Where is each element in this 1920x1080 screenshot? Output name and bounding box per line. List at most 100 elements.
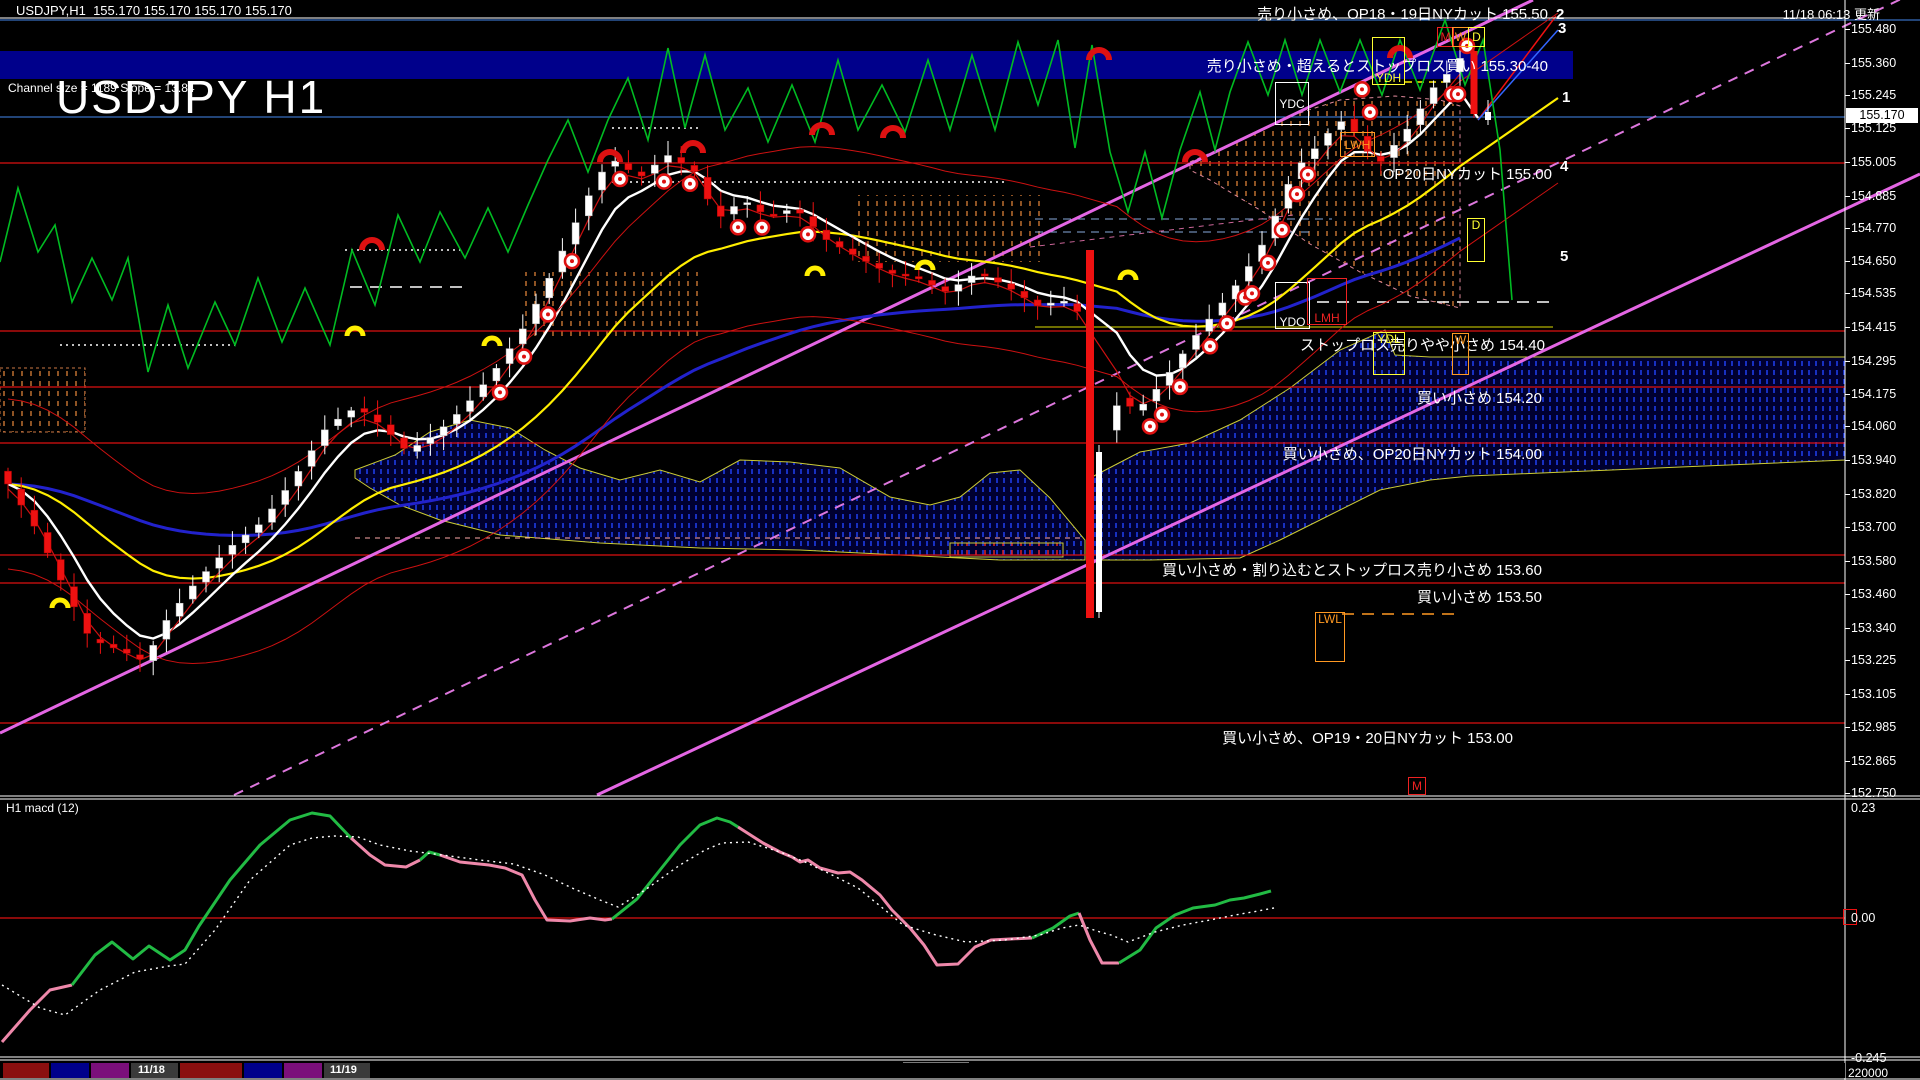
axis-tick (1845, 460, 1850, 461)
macd-main-line (738, 827, 1032, 965)
ring-signal-dot (1250, 291, 1254, 295)
ring-signal-dot (1280, 228, 1284, 232)
event-drop-bar (1086, 250, 1094, 618)
price-annotation: 売り小さめ、OP18・19日NYカット 155.50 (1257, 3, 1548, 24)
axis-tick (1845, 95, 1850, 96)
ring-signal-dot (1295, 192, 1299, 196)
macd-main-line (1032, 913, 1079, 938)
price-axis-label: 154.175 (1851, 387, 1896, 401)
candle-body (651, 165, 658, 173)
candle-body (1377, 156, 1384, 161)
candle-body (467, 401, 474, 412)
candle-body (308, 451, 315, 467)
ring-signal-dot (806, 232, 810, 236)
candle-body (137, 655, 144, 659)
candle-body (836, 241, 843, 247)
axis-tick (1845, 426, 1850, 427)
sell-horseshoe-marker (362, 240, 382, 250)
candle-body (1351, 119, 1358, 132)
ring-signal-dot (522, 355, 526, 359)
ring-signal-dot (662, 180, 666, 184)
candle-body (1179, 354, 1186, 368)
candle-body (1193, 335, 1200, 349)
candle-body (321, 430, 328, 446)
axis-tick (1845, 327, 1850, 328)
wave-count-label: 4 (1560, 158, 1568, 175)
sell-horseshoe-marker (883, 128, 903, 138)
date-label: 11/19 (330, 1064, 357, 1076)
session-segment (91, 1063, 129, 1078)
candle-body (255, 525, 262, 533)
candle-body (480, 385, 487, 397)
price-axis-label: 154.295 (1851, 354, 1896, 368)
candle-body (572, 223, 579, 244)
price-axis-label: 153.700 (1851, 520, 1896, 534)
candle-body (585, 196, 592, 216)
candle-body (1113, 406, 1120, 430)
candle-body (942, 287, 949, 292)
mt4-chart-window: USDJPY,H1 155.170 155.170 155.170 155.17… (0, 0, 1920, 1080)
ring-signal-dot (688, 182, 692, 186)
price-axis-label: 154.415 (1851, 320, 1896, 334)
candle-body (889, 270, 896, 273)
candle-body (1140, 404, 1147, 410)
candle-body (731, 206, 738, 214)
candle-body (823, 230, 830, 240)
candle-body (533, 304, 540, 324)
symbol-title: USDJPY,H1 155.170 155.170 155.170 155.17… (16, 3, 292, 18)
candle-body (401, 438, 408, 448)
axis-tick (1845, 293, 1850, 294)
level-box-w: W (1452, 333, 1469, 375)
candle-body (229, 545, 236, 554)
level-box-lmh: LMH (1307, 278, 1347, 325)
candle-body (519, 329, 526, 344)
candle-body (269, 509, 276, 522)
candle-body (1034, 300, 1041, 306)
price-axis-label: 154.060 (1851, 419, 1896, 433)
price-annotation: 買い小さめ・割り込むとストップロス売り小さめ 153.60 (1162, 559, 1542, 580)
level-box-lwh: LWH (1340, 132, 1375, 157)
candle-body (414, 445, 421, 451)
candle-body (31, 510, 38, 526)
price-annotation: 買い小さめ、OP20日NYカット 154.00 (1283, 443, 1542, 464)
candle-body (1404, 129, 1411, 141)
session-segment (244, 1063, 282, 1078)
candle-body (453, 414, 460, 423)
price-axis-label: 153.105 (1851, 687, 1896, 701)
price-axis-label: 153.340 (1851, 621, 1896, 635)
candle-body (810, 217, 817, 227)
volume-scale-label: 220000 (1848, 1066, 1888, 1080)
candle-body (849, 249, 856, 255)
candle-body (176, 603, 183, 616)
candle-body (1311, 149, 1318, 159)
candle-body (546, 278, 553, 298)
ring-signal-dot (1148, 424, 1152, 428)
cloud-orange-future (1190, 96, 1460, 308)
candle-body (282, 490, 289, 504)
recovery-candle (1096, 452, 1102, 612)
price-chart-canvas[interactable] (0, 0, 1920, 1080)
wave-count-label: 3 (1558, 20, 1566, 37)
ring-signal-dot (736, 225, 740, 229)
candle-body (97, 639, 104, 643)
candle-body (1021, 291, 1028, 298)
ring-signal-dot (1266, 261, 1270, 265)
axis-tick (1845, 761, 1850, 762)
ring-signal-dot (760, 226, 764, 230)
macd-main-line (440, 855, 612, 921)
candle-body (242, 535, 249, 543)
price-axis-label: 155.005 (1851, 155, 1896, 169)
candle-body (1047, 303, 1054, 305)
ring-signal-dot (1225, 321, 1229, 325)
buy-horseshoe-marker (484, 338, 500, 346)
candle-body (1127, 398, 1134, 406)
candle-body (1430, 88, 1437, 104)
candle-body (84, 613, 91, 633)
session-segment (180, 1063, 242, 1078)
axis-tick (1845, 660, 1850, 661)
axis-tick (1845, 594, 1850, 595)
price-annotation: 買い小さめ、OP19・20日NYカット 153.00 (1222, 727, 1513, 748)
candle-body (902, 274, 909, 276)
price-annotation: 買い小さめ 154.20 (1417, 387, 1542, 408)
candle-body (929, 280, 936, 285)
